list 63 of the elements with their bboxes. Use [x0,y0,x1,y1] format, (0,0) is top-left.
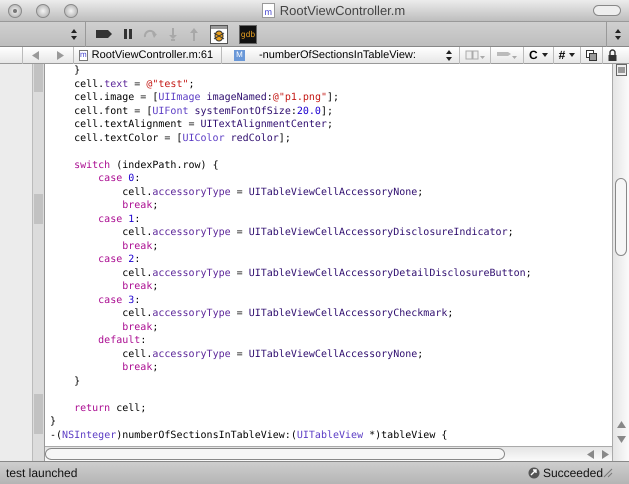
code-line: return cell; [73,402,146,414]
fold-marker[interactable] [34,64,43,92]
code-line: cell.accessoryType = UITableViewCellAccessoryDisclosureIndicator; [121,227,514,238]
fold-marker[interactable] [34,194,43,224]
status-message: test launched [6,466,78,480]
build-status-icon [528,467,540,479]
code-line: cell.textAlignment = UITextAlignmentCenter; [73,119,333,130]
minimize-button[interactable] [36,4,50,18]
pause-button[interactable] [124,29,132,39]
popup-arrows-icon[interactable] [613,28,623,40]
resize-grip-icon[interactable] [603,468,613,478]
split-windows-icon[interactable] [586,50,598,60]
popup-arrows-icon[interactable] [69,28,79,40]
history-menu-icon[interactable] [496,49,518,61]
code-line: break; [121,240,158,252]
code-line: break; [121,200,158,211]
code-line: } [73,65,80,76]
back-button[interactable] [32,50,40,60]
code-line: break; [121,281,158,292]
code-line: cell.textColor = [UIColor redColor]; [73,132,291,144]
code-line: cell.accessoryType = UITableViewCellAccessoryDetailDisclosureButton; [121,268,532,278]
dropdown-caret-icon[interactable] [569,53,576,57]
code-line: cell.font = [UIFont systemFontOfSize:20.0]; [73,106,334,116]
fold-marker[interactable] [34,394,43,434]
lock-icon[interactable] [608,49,618,61]
method-icon: M [234,50,245,60]
split-view-icon[interactable] [616,64,626,76]
code-line: case 3: [97,294,140,306]
zoom-button[interactable] [64,4,78,18]
file-icon: m [79,50,88,60]
code-line: } [50,416,56,427]
code-line: case 0: [97,173,140,184]
code-line: switch (indexPath.row) { [73,160,219,170]
language-menu[interactable]: C [529,48,538,62]
code-line: break; [121,322,158,332]
file-popup[interactable]: RootViewController.m:61 [92,49,214,61]
close-button[interactable] [8,4,22,18]
code-line: default: [97,335,146,346]
gdb-button[interactable]: gdb [239,24,257,44]
toolbar-toggle-button[interactable] [593,5,621,16]
function-popup[interactable]: -numberOfSectionsInTableView: [259,49,430,61]
code-line: cell.accessoryType = UITableViewCellAccessoryCheckmark; [121,308,454,319]
code-line: case 2: [97,254,140,265]
build-status: Succeeded [542,466,603,480]
code-line: cell.text = @"test"; [73,78,195,90]
popup-arrows-icon[interactable] [444,50,454,60]
breakpoint-button[interactable] [95,29,113,39]
pragma-menu[interactable]: # [558,48,566,62]
vertical-scroll-thumb[interactable] [615,178,627,256]
code-line: cell.accessoryType = UITableViewCellAccessoryNone; [121,186,424,198]
window-title: RootViewController.m [280,3,406,18]
code-line: } [73,376,80,386]
bookmark-menu-icon[interactable] [465,49,485,61]
horizontal-scroll-thumb[interactable] [45,448,505,460]
forward-button[interactable] [56,50,64,60]
code-line: cell.accessoryType = UITableViewCellAccessoryNone; [121,348,424,360]
code-line: break; [121,362,158,373]
bug-window-icon[interactable] [210,24,228,44]
file-icon: m [262,3,275,18]
code-line: -(NSInteger)numberOfSectionsInTableView:(UITableView *)tableView { [50,430,448,440]
dropdown-caret-icon[interactable] [542,53,548,57]
code-line: case 1: [97,214,140,224]
code-line: cell.image = [UIImage imageNamed:@"p1.png"]; [73,92,340,103]
